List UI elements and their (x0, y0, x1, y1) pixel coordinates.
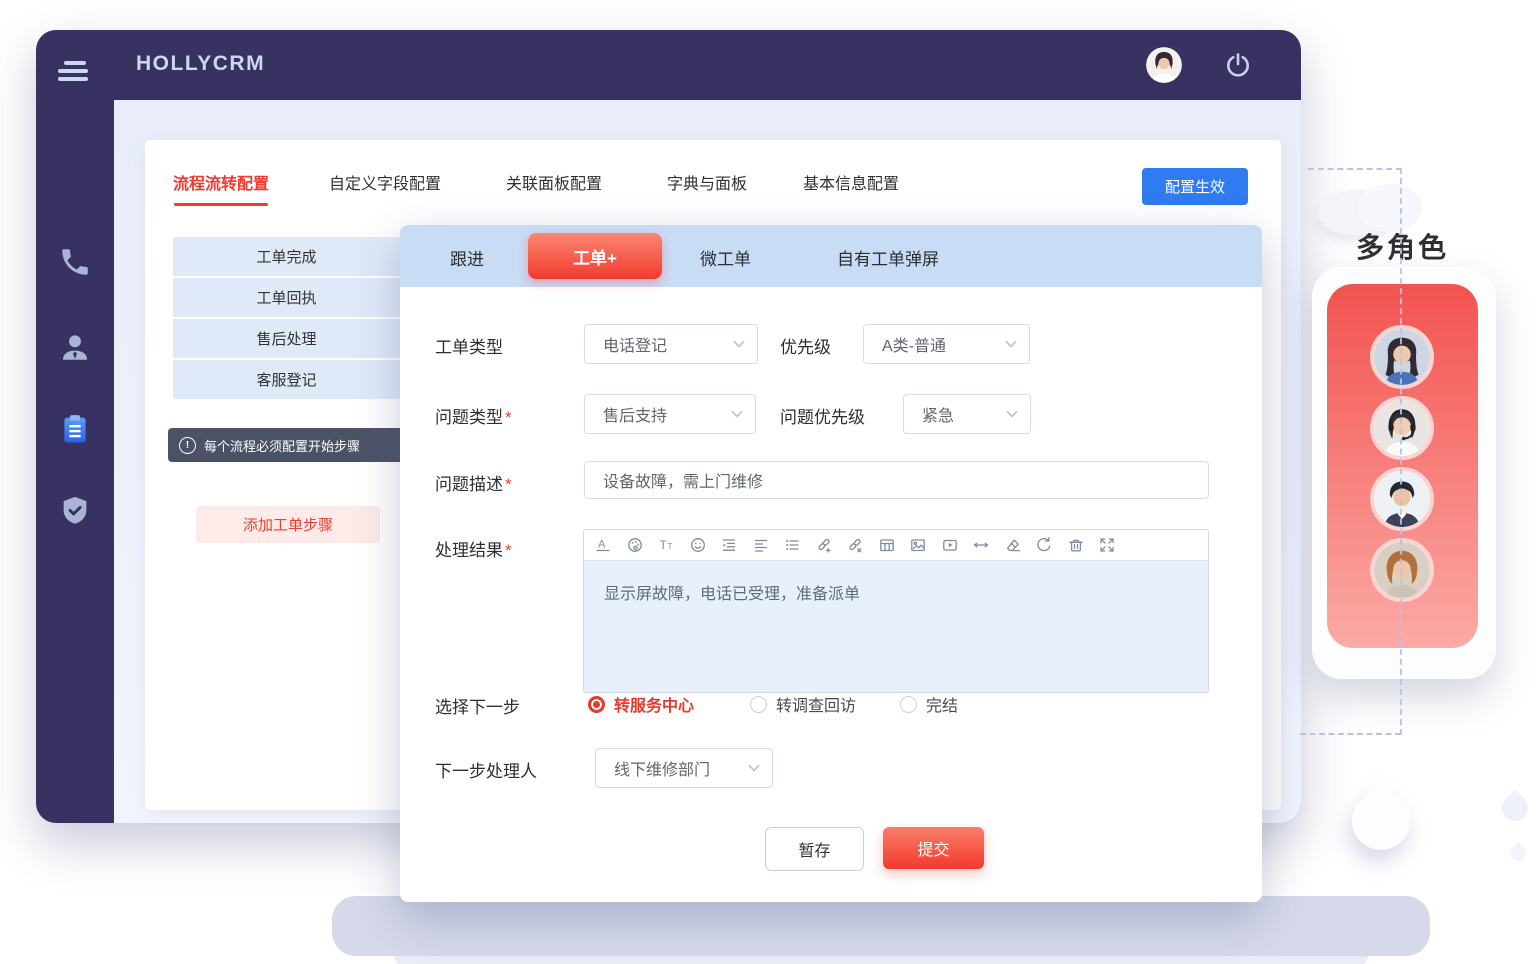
sidebar-item-security[interactable] (58, 494, 92, 528)
radio-selected-icon (588, 696, 605, 713)
list-icon[interactable] (783, 536, 801, 554)
tab-custom-field-config[interactable]: 自定义字段配置 (329, 170, 441, 194)
dialog-tab-work-order-active[interactable]: 工单+ (528, 233, 662, 279)
fullscreen-icon[interactable] (1098, 536, 1116, 554)
result-label: 处理结果* (435, 536, 512, 561)
workflow-step-row[interactable]: 工单回执 (173, 278, 400, 319)
priority-label: 优先级 (780, 333, 831, 358)
issue-desc-label: 问题描述* (435, 470, 512, 495)
chevron-down-icon (748, 764, 760, 772)
screen: HOLLYCRM (0, 0, 1537, 964)
cloud-shape (1358, 184, 1422, 232)
workflow-step-row[interactable]: 工单完成 (173, 237, 400, 278)
video-icon[interactable] (941, 536, 959, 554)
notice-tooltip: ! 每个流程必须配置开始步骤 (168, 428, 414, 462)
sidebar-item-work-orders[interactable] (58, 412, 92, 446)
ticket-type-select[interactable]: 电话登记 (584, 324, 758, 364)
emoji-icon[interactable] (689, 536, 707, 554)
issue-type-select[interactable]: 售后支持 (584, 394, 756, 434)
font-size-icon[interactable]: TT (657, 536, 675, 554)
dialog-tab-own-popup[interactable]: 自有工单弹屏 (837, 245, 939, 270)
next-step-label: 选择下一步 (435, 693, 520, 718)
issue-type-label: 问题类型* (435, 403, 512, 428)
tab-dictionary-panel[interactable]: 字典与面板 (667, 170, 747, 194)
next-handler-select[interactable]: 线下维修部门 (595, 748, 773, 788)
tab-process-flow-config[interactable]: 流程流转配置 (173, 170, 269, 194)
sidebar-item-phone[interactable] (58, 245, 92, 279)
chevron-down-icon (1005, 340, 1017, 348)
add-step-button[interactable]: 添加工单步骤 (196, 506, 380, 543)
sidebar-item-contacts[interactable] (58, 330, 92, 364)
undo-icon[interactable] (1035, 536, 1053, 554)
radio-transfer-survey-callback[interactable]: 转调查回访 (750, 692, 856, 716)
avatar-headset-agent (1370, 396, 1434, 460)
avatar-female-customer (1370, 538, 1434, 602)
priority-select[interactable]: A类-普通 (863, 324, 1030, 364)
image-icon[interactable] (909, 536, 927, 554)
link-add-icon[interactable] (815, 536, 833, 554)
palette-icon[interactable] (626, 536, 644, 554)
work-order-dialog: 跟进 工单+ 微工单 自有工单弹屏 工单类型 电话登记 优先级 A类-普通 问题… (400, 225, 1262, 902)
tab-basic-info-config[interactable]: 基本信息配置 (803, 170, 899, 194)
logout-power-icon[interactable] (1224, 51, 1252, 79)
multi-role-label: 多角色 (1356, 226, 1449, 266)
teardrop-shape (1507, 842, 1530, 865)
editor-toolbar: A TT (584, 530, 1208, 561)
menu-toggle-icon[interactable] (58, 61, 98, 85)
brand-logo: HOLLYCRM (136, 52, 265, 76)
radio-transfer-service-center[interactable]: 转服务中心 (588, 692, 694, 716)
workflow-step-row[interactable]: 售后处理 (173, 319, 400, 360)
dialog-tab-follow-up[interactable]: 跟进 (450, 245, 484, 270)
user-avatar[interactable] (1146, 47, 1182, 83)
result-rich-text-editor: A TT 显示屏故障，电话已受理，准备派单 (583, 529, 1209, 693)
radio-unselected-icon (900, 696, 917, 713)
issue-priority-label: 问题优先级 (780, 403, 865, 428)
submit-button[interactable]: 提交 (883, 827, 984, 869)
font-color-icon[interactable]: A (594, 536, 612, 554)
indent-icon[interactable] (720, 536, 738, 554)
dialog-tabbar: 跟进 工单+ 微工单 自有工单弹屏 (400, 225, 1262, 287)
apply-config-button[interactable]: 配置生效 (1142, 168, 1248, 205)
teardrop-shape (1340, 780, 1422, 862)
ticket-type-label: 工单类型 (435, 333, 503, 358)
issue-desc-input[interactable]: 设备故障，需上门维修 (584, 461, 1209, 499)
dashed-connector-top (1308, 168, 1402, 170)
save-draft-button[interactable]: 暂存 (765, 827, 864, 871)
radio-unselected-icon (750, 696, 767, 713)
svg-text:T: T (668, 542, 673, 551)
align-icon[interactable] (752, 536, 770, 554)
svg-text:T: T (660, 538, 668, 552)
next-handler-label: 下一步处理人 (435, 757, 537, 782)
tab-linked-panel-config[interactable]: 关联面板配置 (506, 170, 602, 194)
dashed-connector-vertical (1400, 168, 1402, 735)
svg-text:A: A (598, 539, 606, 551)
workflow-step-row[interactable]: 客服登记 (173, 360, 400, 401)
teardrop-shape (1497, 790, 1534, 827)
delete-icon[interactable] (1067, 536, 1085, 554)
exclamation-icon: ! (179, 437, 196, 454)
dashed-connector-bottom (1300, 733, 1401, 735)
dialog-tab-micro-work-order[interactable]: 微工单 (700, 245, 751, 270)
notice-text: 每个流程必须配置开始步骤 (204, 436, 360, 455)
stacked-card-front (332, 896, 1430, 956)
avatar-female-agent (1370, 325, 1434, 389)
chevron-down-icon (733, 340, 745, 348)
avatar-male-manager (1370, 467, 1434, 531)
horizontal-rule-icon[interactable] (972, 536, 990, 554)
chevron-down-icon (731, 410, 743, 418)
issue-priority-select[interactable]: 紧急 (903, 394, 1031, 434)
avatar-image (1146, 47, 1182, 83)
editor-content[interactable]: 显示屏故障，电话已受理，准备派单 (584, 561, 1208, 692)
table-icon[interactable] (878, 536, 896, 554)
chevron-down-icon (1006, 410, 1018, 418)
link-remove-icon[interactable] (846, 536, 864, 554)
eraser-icon[interactable] (1004, 536, 1022, 554)
radio-finish[interactable]: 完结 (900, 692, 958, 716)
